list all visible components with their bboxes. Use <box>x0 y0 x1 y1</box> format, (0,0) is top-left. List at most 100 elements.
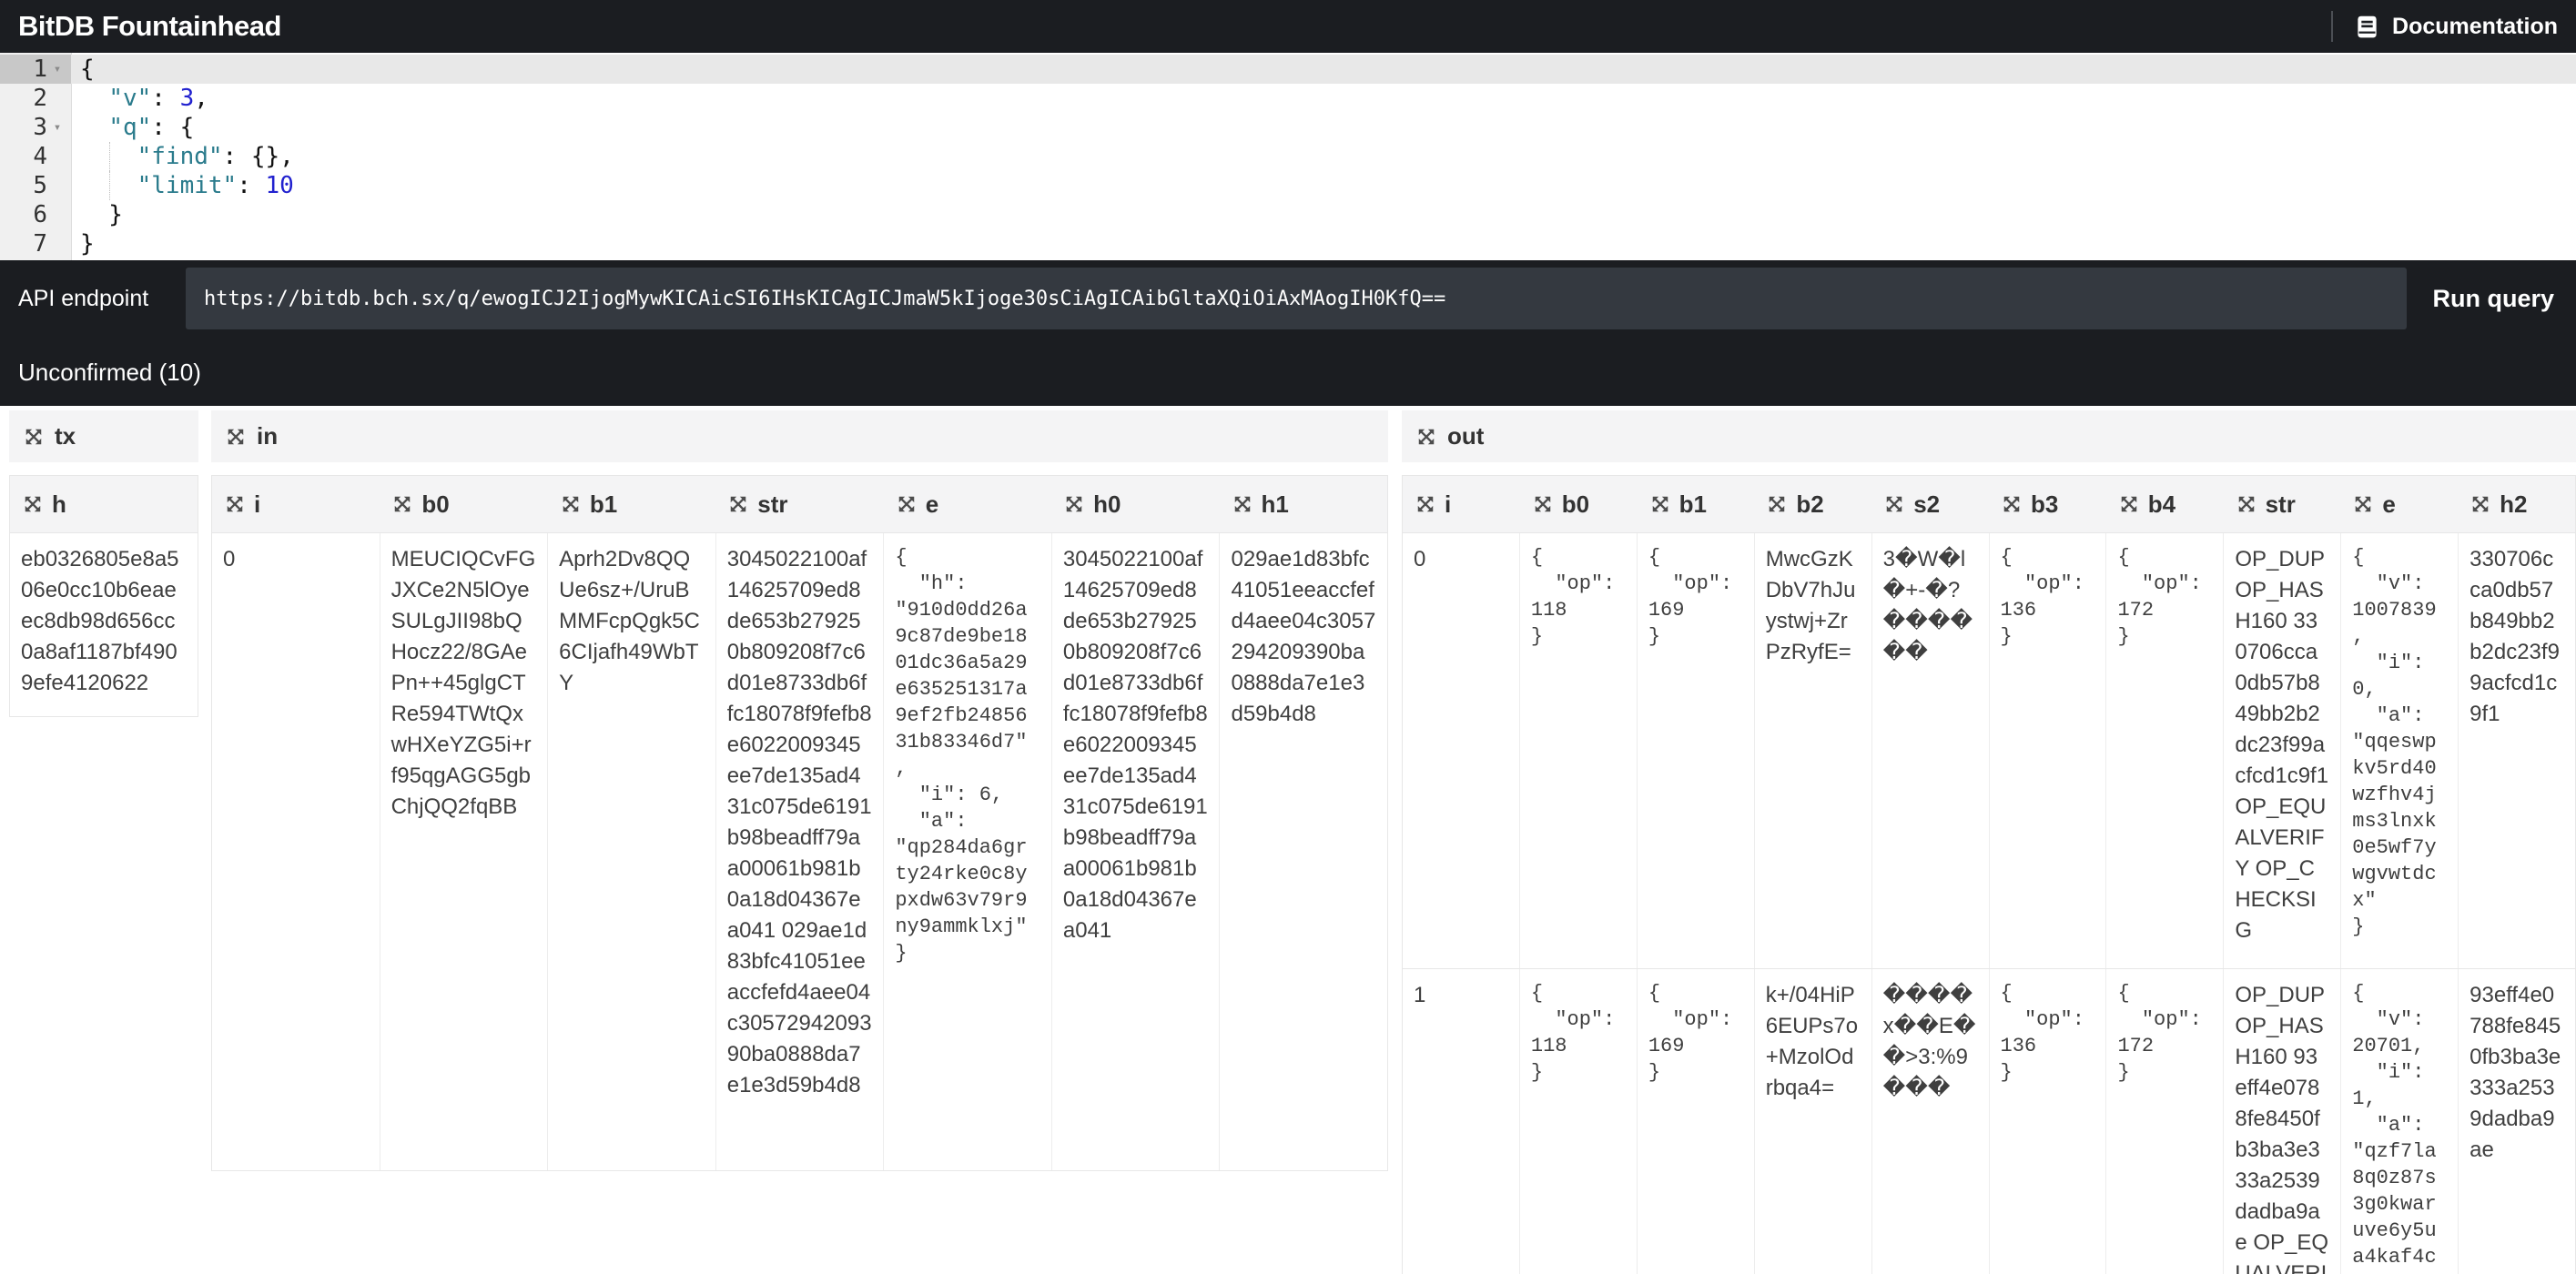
line-number-gutter: 1▾ <box>0 55 71 84</box>
code-line: "v": 3, <box>71 84 208 113</box>
code-token: { <box>80 56 95 83</box>
expand-arrows-icon[interactable] <box>2119 494 2139 514</box>
section-title-label: in <box>257 422 278 450</box>
expand-arrows-icon[interactable] <box>1884 494 1904 514</box>
table-header-row: i b0 b1streh0h1 <box>212 476 1387 532</box>
expand-arrows-icon[interactable] <box>1416 427 1436 447</box>
expand-arrows-icon[interactable] <box>225 494 245 514</box>
documentation-link[interactable]: Documentation <box>2392 14 2558 40</box>
cell-out-b0: { "op": 118 } <box>1520 969 1638 1274</box>
code-token: "find" <box>137 143 223 170</box>
app-title: BitDB Fountainhead <box>18 0 281 53</box>
cell-out-b2: MwcGzKDbV7hJuystwj+ZrPzRyfE= <box>1755 533 1872 968</box>
expand-arrows-icon[interactable] <box>2002 494 2022 514</box>
column-header-h[interactable]: h <box>10 476 198 532</box>
line-number-gutter: 7 <box>0 229 71 258</box>
cell-out-h2: 93eff4e0788fe8450fb3ba3e333a2539dadba9ae <box>2459 969 2575 1274</box>
code-token: : <box>151 85 179 112</box>
expand-arrows-icon[interactable] <box>1650 494 1670 514</box>
cell-in-i: 0 <box>212 533 380 1170</box>
cell-out-s2: ����x��E��>3:%9��� <box>1872 969 1990 1274</box>
column-header-e[interactable]: e <box>2340 476 2458 532</box>
line-number: 3 <box>33 113 47 142</box>
column-header-s2[interactable]: s2 <box>1871 476 1989 532</box>
editor-line: 4 "find": {}, <box>0 142 2576 171</box>
column-header-i[interactable]: i <box>212 476 380 532</box>
out-table: ib0b1b2s2b3b4streh20{ "op": 118 }{ "op":… <box>1402 475 2576 1274</box>
code-line: { <box>71 55 2576 84</box>
cell-tx-h: eb0326805e8a506e0cc10b6eaeec8db98d656cc0… <box>10 533 198 716</box>
cell-out-b1: { "op": 169 } <box>1638 969 1755 1274</box>
query-editor[interactable]: 1▾{2 "v": 3,3▾ "q": {4 "find": {},5 "lim… <box>0 53 2576 260</box>
table-row: eb0326805e8a506e0cc10b6eaeec8db98d656cc0… <box>10 532 198 716</box>
cell-out-b4: { "op": 172 } <box>2106 533 2224 968</box>
line-number: 5 <box>33 171 47 200</box>
column-header-i[interactable]: i <box>1403 476 1520 532</box>
code-line: "find": {}, <box>71 142 294 171</box>
expand-arrows-icon[interactable] <box>561 494 581 514</box>
run-query-button[interactable]: Run query <box>2432 268 2554 329</box>
code-token <box>80 114 108 141</box>
code-token: : { <box>151 114 194 141</box>
column-header-h0[interactable]: h0 <box>1051 476 1219 532</box>
line-number-gutter: 3▾ <box>0 113 71 142</box>
unconfirmed-status: Unconfirmed (10) <box>18 359 201 387</box>
code-token: } <box>80 201 123 228</box>
fold-arrow-icon[interactable]: ▾ <box>47 55 67 84</box>
code-token: 10 <box>266 172 294 199</box>
code-token: "v" <box>108 85 151 112</box>
line-number-gutter: 6 <box>0 200 71 229</box>
expand-arrows-icon[interactable] <box>23 494 43 514</box>
column-header-str[interactable]: str <box>2224 476 2341 532</box>
expand-arrows-icon[interactable] <box>1415 494 1435 514</box>
cell-out-b2: k+/04HiP6EUPs7o+MzolOdrbqa4= <box>1755 969 1872 1274</box>
table-header-row: h <box>10 476 198 532</box>
expand-arrows-icon[interactable] <box>1533 494 1553 514</box>
editor-line: 6 } <box>0 200 2576 229</box>
section-in: in i b0 b1streh0h10MEUCIQCvFGJXCe2N5lOyeSUL… <box>211 410 1388 1171</box>
code-token: : {}, <box>223 143 294 170</box>
expand-arrows-icon[interactable] <box>2470 494 2490 514</box>
expand-arrows-icon[interactable] <box>226 427 246 447</box>
expand-arrows-icon[interactable] <box>1767 494 1787 514</box>
cell-in-h0: 3045022100af14625709ed8de653b279250b8092… <box>1052 533 1221 1170</box>
column-header-h1[interactable]: h1 <box>1220 476 1387 532</box>
expand-arrows-icon[interactable] <box>2236 494 2257 514</box>
expand-arrows-icon[interactable] <box>1064 494 1084 514</box>
cell-out-s2: 3�W�l�+-�?������ <box>1872 533 1990 968</box>
fold-arrow-icon[interactable]: ▾ <box>47 113 67 142</box>
editor-line: 3▾ "q": { <box>0 113 2576 142</box>
column-header-b4[interactable]: b4 <box>2106 476 2224 532</box>
cell-out-b3: { "op": 136 } <box>1990 533 2107 968</box>
column-header-b0[interactable]: b0 <box>1520 476 1638 532</box>
column-header-label: b1 <box>1679 490 1707 519</box>
code-token <box>80 172 137 199</box>
expand-arrows-icon[interactable] <box>728 494 748 514</box>
in-table: i b0 b1streh0h10MEUCIQCvFGJXCe2N5lOyeSULgJ… <box>211 475 1388 1171</box>
expand-arrows-icon[interactable] <box>2353 494 2373 514</box>
expand-arrows-icon[interactable] <box>897 494 917 514</box>
cell-in-str: 3045022100af14625709ed8de653b279250b8092… <box>716 533 885 1170</box>
column-header-str[interactable]: str <box>715 476 883 532</box>
column-header-e[interactable]: e <box>884 476 1051 532</box>
column-header-b1[interactable]: b1 <box>1638 476 1755 532</box>
table-row: 0MEUCIQCvFGJXCe2N5lOyeSULgJII98bQHocz22/… <box>212 532 1387 1170</box>
line-number: 1 <box>33 55 47 84</box>
api-endpoint-input[interactable] <box>186 268 2407 329</box>
column-header-b2[interactable]: b2 <box>1754 476 1871 532</box>
expand-arrows-icon[interactable] <box>392 494 412 514</box>
column-header-b1[interactable]: b1 <box>548 476 715 532</box>
line-number-gutter: 2 <box>0 84 71 113</box>
cell-in-b1: Aprh2Dv8QQUe6sz+/UruBMMFcpQgk5C6CIjafh49… <box>548 533 716 1170</box>
expand-arrows-icon[interactable] <box>1232 494 1253 514</box>
column-header-label: b0 <box>421 490 449 519</box>
expand-arrows-icon[interactable] <box>24 427 44 447</box>
code-token: , <box>194 85 208 112</box>
topbar: BitDB Fountainhead Documentation <box>0 0 2576 53</box>
column-header-label: h <box>52 490 66 519</box>
code-token <box>80 85 108 112</box>
column-header-b3[interactable]: b3 <box>1989 476 2106 532</box>
column-header-b0[interactable]: b0 <box>380 476 547 532</box>
cell-out-str: OP_DUP OP_HASH160 330706cca0db57b849bb2b… <box>2224 533 2341 968</box>
column-header-h2[interactable]: h2 <box>2458 476 2575 532</box>
